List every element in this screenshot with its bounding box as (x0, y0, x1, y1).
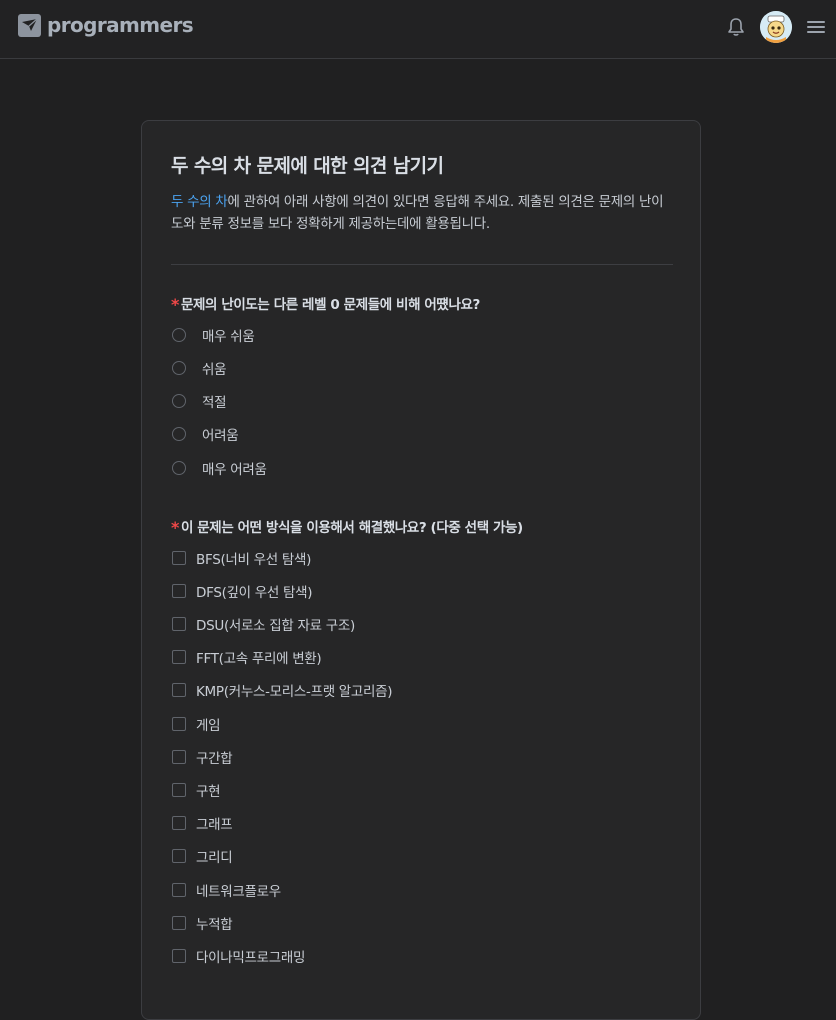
option-label: BFS(너비 우선 탐색) (196, 552, 312, 568)
option-label: 그리디 (196, 850, 233, 866)
difficulty-option-moderate[interactable]: 적절 (172, 391, 227, 411)
checkbox[interactable] (172, 849, 186, 863)
option-label: 누적합 (196, 917, 233, 933)
required-mark: * (171, 518, 179, 537)
option-label: 구간합 (196, 751, 233, 767)
checkbox[interactable] (172, 551, 186, 565)
option-label: DSU(서로소 집합 자료 구조) (196, 618, 355, 634)
method-option-dfs[interactable]: DFS(깊이 우선 탐색) (172, 581, 313, 601)
top-navbar: programmers (0, 0, 836, 59)
question-difficulty: * 문제의 난이도는 다른 레벨 0 문제들에 비해 어떘나요? (171, 293, 480, 314)
logo-link[interactable]: programmers (18, 13, 194, 37)
option-label: FFT(고속 푸리에 변환) (196, 651, 322, 667)
radio-button[interactable] (172, 394, 186, 408)
checkbox[interactable] (172, 916, 186, 930)
difficulty-option-very-easy[interactable]: 매우 쉬움 (172, 325, 255, 345)
difficulty-option-hard[interactable]: 어려움 (172, 424, 239, 444)
checkbox[interactable] (172, 683, 186, 697)
radio-button[interactable] (172, 461, 186, 475)
method-option-dynamic-programming[interactable]: 다이나믹프로그래밍 (172, 946, 305, 966)
option-label: 네트워크플로우 (196, 884, 281, 900)
option-label: 그래프 (196, 817, 233, 833)
required-mark: * (171, 295, 179, 314)
checkbox[interactable] (172, 949, 186, 963)
method-option-kmp[interactable]: KMP(커누스-모리스-프랫 알고리즘) (172, 680, 393, 700)
method-option-network-flow[interactable]: 네트워크플로우 (172, 880, 281, 900)
checkbox[interactable] (172, 783, 186, 797)
method-option-graph[interactable]: 그래프 (172, 813, 233, 833)
difficulty-option-easy[interactable]: 쉬움 (172, 358, 227, 378)
problem-link[interactable]: 두 수의 차 (171, 194, 228, 210)
option-label: 매우 쉬움 (202, 329, 255, 345)
option-label: DFS(깊이 우선 탐색) (196, 585, 313, 601)
method-option-bfs[interactable]: BFS(너비 우선 탐색) (172, 548, 311, 568)
method-option-implementation[interactable]: 구현 (172, 780, 221, 800)
option-label: 매우 어려움 (202, 462, 267, 478)
option-label: 쉬움 (202, 362, 227, 378)
option-label: 적절 (202, 395, 227, 411)
question-label: 이 문제는 어떤 방식을 이용해서 해결했나요? (다중 선택 가능) (180, 520, 523, 536)
method-option-prefix-range-sum[interactable]: 구간합 (172, 747, 233, 767)
method-option-greedy[interactable]: 그리디 (172, 846, 233, 866)
question-method: * 이 문제는 어떤 방식을 이용해서 해결했나요? (다중 선택 가능) (171, 516, 523, 537)
radio-button[interactable] (172, 427, 186, 441)
checkbox[interactable] (172, 717, 186, 731)
logo-icon (18, 14, 41, 37)
option-label: KMP(커누스-모리스-프랫 알고리즘) (196, 684, 393, 700)
hamburger-menu-icon[interactable] (806, 18, 826, 36)
checkbox[interactable] (172, 584, 186, 598)
question-label: 문제의 난이도는 다른 레벨 0 문제들에 비해 어떘나요? (180, 297, 480, 313)
logo-text: programmers (47, 13, 194, 37)
method-option-dsu[interactable]: DSU(서로소 집합 자료 구조) (172, 614, 355, 634)
avatar[interactable] (760, 11, 792, 43)
option-label: 어려움 (202, 428, 239, 444)
checkbox[interactable] (172, 750, 186, 764)
checkbox[interactable] (172, 883, 186, 897)
method-option-game[interactable]: 게임 (172, 714, 221, 734)
method-option-cumulative-sum[interactable]: 누적합 (172, 913, 233, 933)
form-title: 두 수의 차 문제에 대한 의견 남기기 (171, 155, 444, 177)
option-label: 게임 (196, 718, 221, 734)
feedback-form-card: 두 수의 차 문제에 대한 의견 남기기 두 수의 차에 관하여 아래 사항에 … (141, 120, 701, 1020)
radio-button[interactable] (172, 328, 186, 342)
description-text: 에 관하여 아래 사항에 의견이 있다면 응답해 주세요. 제출된 의견은 문제… (171, 194, 664, 232)
option-label: 다이나믹프로그래밍 (196, 950, 306, 966)
bell-icon[interactable] (725, 16, 747, 38)
divider (171, 264, 673, 265)
radio-button[interactable] (172, 361, 186, 375)
checkbox[interactable] (172, 650, 186, 664)
checkbox[interactable] (172, 617, 186, 631)
difficulty-option-very-hard[interactable]: 매우 어려움 (172, 458, 267, 478)
method-option-fft[interactable]: FFT(고속 푸리에 변환) (172, 647, 322, 667)
checkbox[interactable] (172, 816, 186, 830)
form-description: 두 수의 차에 관하여 아래 사항에 의견이 있다면 응답해 주세요. 제출된 … (171, 191, 671, 235)
option-label: 구현 (196, 784, 221, 800)
